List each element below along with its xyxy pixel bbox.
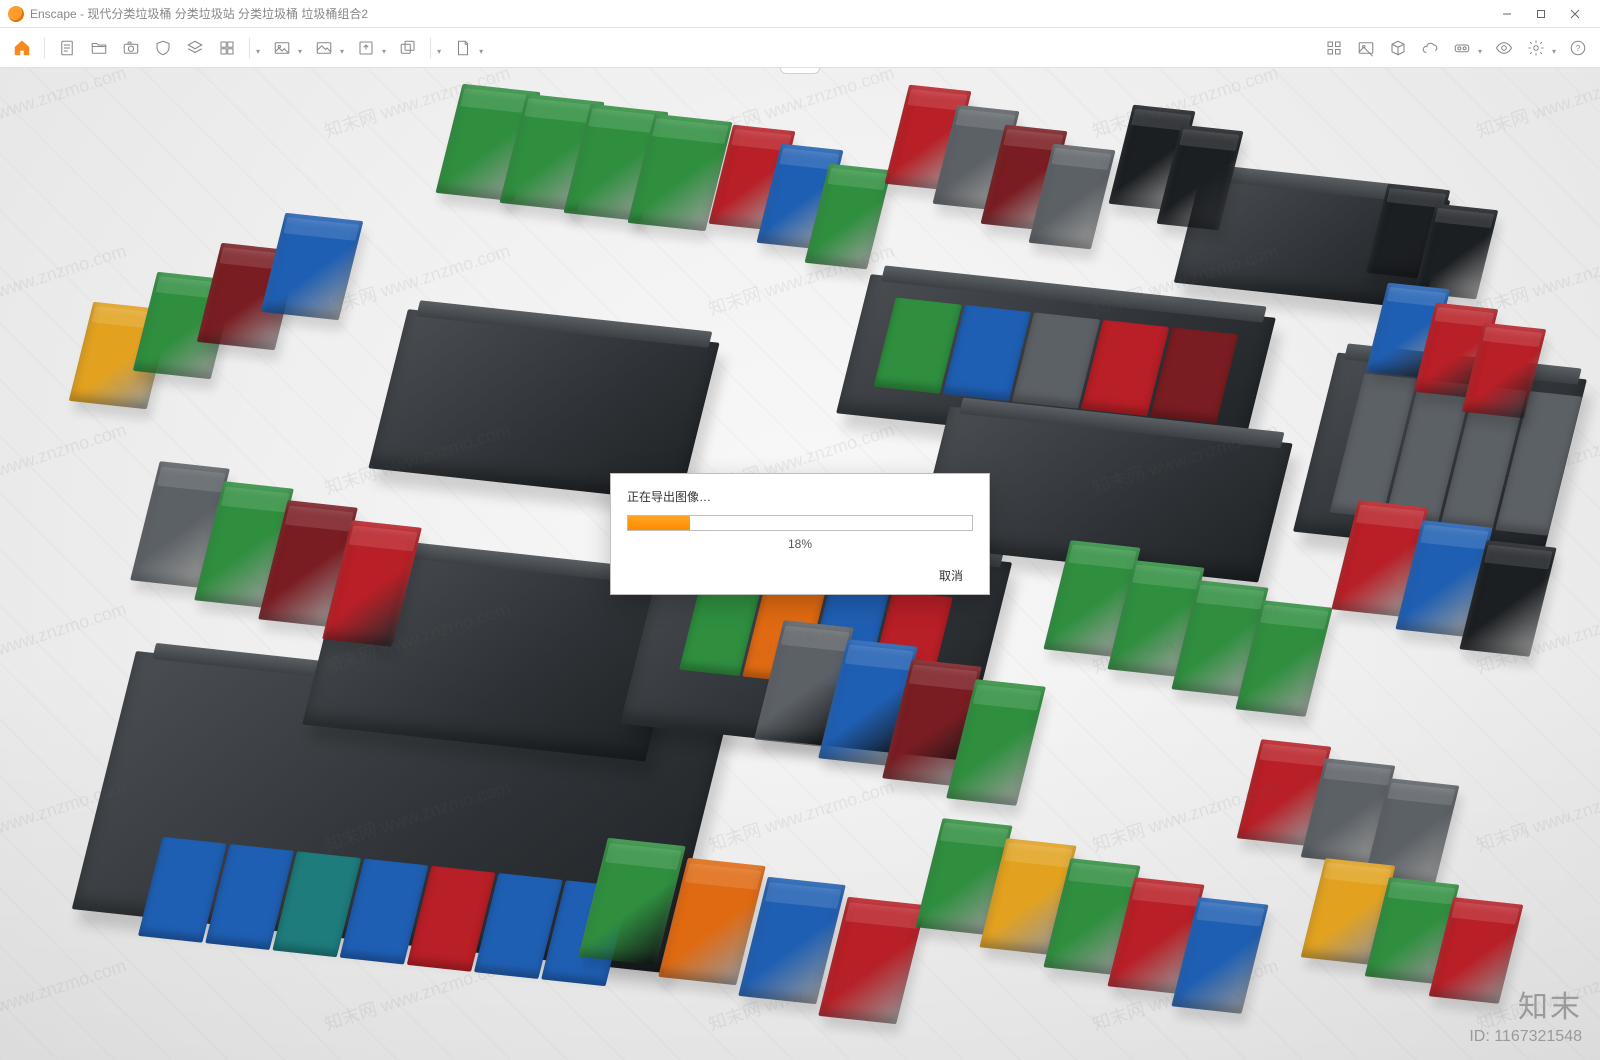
vr-icon[interactable] — [1448, 34, 1476, 62]
dropdown-caret-icon[interactable]: ▾ — [340, 47, 344, 62]
enscape-logo-icon — [8, 6, 24, 22]
image2-icon[interactable] — [310, 34, 338, 62]
minimize-button[interactable] — [1490, 0, 1524, 27]
progress-bar — [627, 515, 973, 531]
folder-icon[interactable] — [85, 34, 113, 62]
dropdown-caret-icon[interactable]: ▾ — [437, 47, 441, 62]
dropdown-caret-icon[interactable]: ▾ — [479, 47, 483, 62]
trash-bin — [261, 213, 364, 321]
help-icon[interactable]: ? — [1564, 34, 1592, 62]
dropdown-caret-icon[interactable]: ▾ — [298, 47, 302, 62]
dropdown-caret-icon[interactable]: ▾ — [1478, 47, 1482, 62]
home-icon[interactable] — [8, 34, 36, 62]
page-icon[interactable] — [53, 34, 81, 62]
toolbar: ▾ ▾ ▾ ▾ ▾ ▾ ▾ ▾? — [0, 28, 1600, 68]
eye-icon[interactable] — [1490, 34, 1518, 62]
layers-icon[interactable] — [181, 34, 209, 62]
window-title: Enscape - 现代分类垃圾桶 分类垃圾站 分类垃圾桶 垃圾桶组合2 — [30, 5, 368, 22]
dropdown-caret-icon[interactable]: ▾ — [256, 47, 260, 62]
cloud-icon[interactable] — [1416, 34, 1444, 62]
toolbar-separator — [249, 38, 250, 58]
dialog-title: 正在导出图像… — [627, 488, 973, 505]
toolbar-separator — [430, 38, 431, 58]
toolbar-right: ▾ ▾? — [1320, 34, 1592, 62]
export-icon[interactable] — [352, 34, 380, 62]
dropdown-caret-icon[interactable]: ▾ — [1552, 47, 1556, 62]
toolbar-left: ▾ ▾ ▾ ▾ ▾ ▾ — [8, 34, 487, 62]
toolbar-separator — [44, 38, 45, 58]
render-viewport[interactable]: 知末网 www.znzmo.com知末网 www.znzmo.com知末网 ww… — [0, 68, 1600, 1060]
progress-fill — [628, 516, 690, 530]
close-button[interactable] — [1558, 0, 1592, 27]
dropdown-caret-icon[interactable]: ▾ — [382, 47, 386, 62]
grid-icon[interactable] — [1320, 34, 1348, 62]
cancel-button[interactable]: 取消 — [929, 565, 973, 587]
views-icon[interactable] — [213, 34, 241, 62]
picture-icon[interactable] — [1352, 34, 1380, 62]
titlebar: Enscape - 现代分类垃圾桶 分类垃圾站 分类垃圾桶 垃圾桶组合2 — [0, 0, 1600, 28]
shield-icon[interactable] — [149, 34, 177, 62]
doc-icon[interactable] — [449, 34, 477, 62]
camera-icon[interactable] — [117, 34, 145, 62]
settings-icon[interactable] — [1522, 34, 1550, 62]
svg-text:?: ? — [1576, 44, 1581, 53]
progress-percent-label: 18% — [627, 537, 973, 551]
batch-icon[interactable] — [394, 34, 422, 62]
cube-icon[interactable] — [1384, 34, 1412, 62]
export-progress-dialog: 正在导出图像… 18% 取消 — [610, 473, 990, 595]
maximize-button[interactable] — [1524, 0, 1558, 27]
image-icon[interactable] — [268, 34, 296, 62]
